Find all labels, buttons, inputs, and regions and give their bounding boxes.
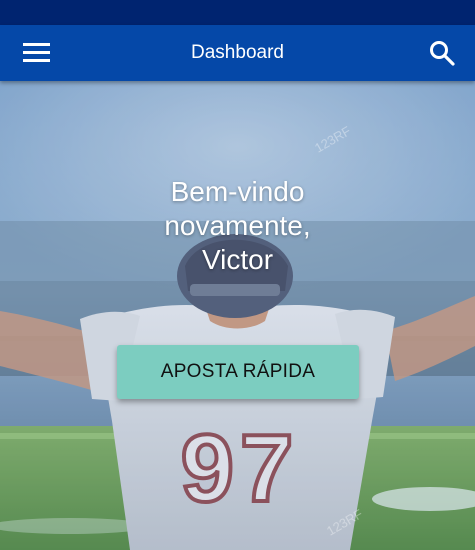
- welcome-line: Bem-vindo: [170, 176, 305, 207]
- hamburger-menu-icon[interactable]: [12, 31, 60, 75]
- search-icon[interactable]: [420, 31, 464, 75]
- quick-bet-button[interactable]: APOSTA RÁPIDA: [117, 345, 359, 399]
- page-title: Dashboard: [191, 42, 284, 63]
- status-bar: [0, 0, 475, 25]
- welcome-message: Bem-vindo novamente, Victor: [0, 175, 475, 277]
- welcome-line: novamente,: [164, 210, 311, 241]
- app-bar: Dashboard: [0, 25, 475, 81]
- hero-banner: 97 123RF 123RF Bem-vindo novamente, Vict…: [0, 81, 475, 550]
- football-player-background-image: 97 123RF 123RF: [0, 81, 475, 550]
- welcome-line: Victor: [201, 244, 274, 275]
